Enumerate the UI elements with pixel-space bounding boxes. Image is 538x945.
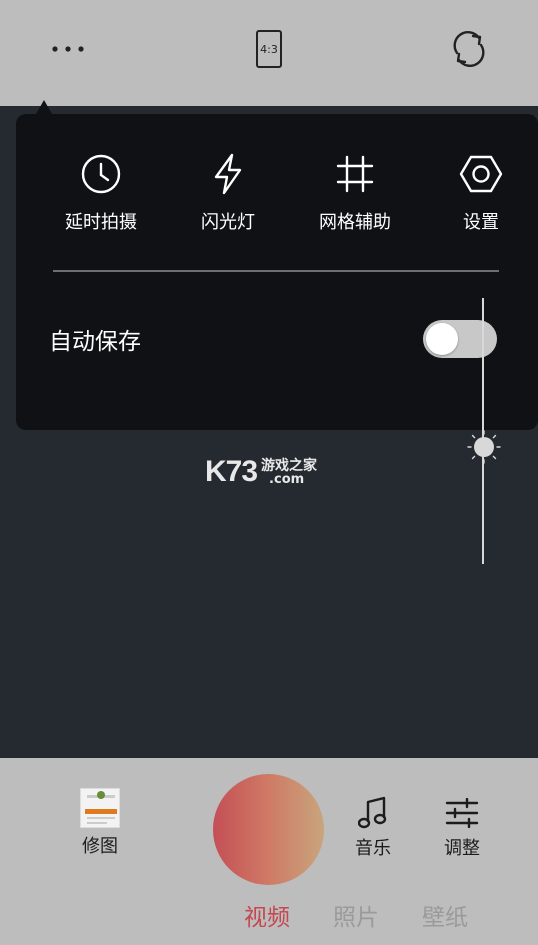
toggle-knob bbox=[426, 323, 458, 355]
autosave-label: 自动保存 bbox=[49, 329, 141, 355]
settings-hexagon-icon bbox=[459, 155, 503, 193]
sun-icon bbox=[467, 430, 501, 464]
aspect-ratio-label: 4:3 bbox=[256, 30, 282, 68]
mode-wallpaper-tab[interactable]: 壁纸 bbox=[422, 898, 468, 932]
clock-icon bbox=[81, 154, 121, 194]
music-button[interactable]: 音乐 bbox=[348, 796, 398, 860]
aspect-ratio-button[interactable]: 4:3 bbox=[246, 26, 292, 72]
settings-panel: 延时拍摄 闪光灯 网格辅助 设置 自动保存 bbox=[16, 114, 538, 430]
settings-label: 设置 bbox=[463, 212, 499, 233]
watermark-domain: .com bbox=[269, 471, 305, 487]
more-button[interactable] bbox=[40, 26, 96, 72]
bottom-bar: 修图 音乐 调整 视频 照片 壁纸 bbox=[0, 758, 538, 945]
adjust-sliders-icon bbox=[445, 798, 479, 828]
flash-option[interactable]: 闪光灯 bbox=[168, 150, 288, 234]
panel-divider bbox=[53, 270, 499, 272]
timelapse-option[interactable]: 延时拍摄 bbox=[41, 150, 161, 234]
gallery-thumbnail bbox=[80, 788, 120, 828]
timelapse-label: 延时拍摄 bbox=[65, 212, 137, 233]
settings-option[interactable]: 设置 bbox=[421, 150, 538, 234]
mode-photo-tab[interactable]: 照片 bbox=[333, 898, 379, 932]
more-dots-icon bbox=[52, 46, 84, 52]
mode-video-tab[interactable]: 视频 bbox=[244, 898, 290, 932]
switch-camera-button[interactable] bbox=[446, 26, 492, 72]
adjust-label: 调整 bbox=[444, 838, 480, 859]
camera-switch-icon bbox=[453, 31, 485, 67]
flash-label: 闪光灯 bbox=[201, 212, 255, 233]
watermark-text: 游戏之家 bbox=[261, 457, 318, 474]
music-note-icon bbox=[358, 796, 387, 829]
flash-icon bbox=[214, 153, 242, 195]
adjust-button[interactable]: 调整 bbox=[437, 796, 487, 860]
grid-option[interactable]: 网格辅助 bbox=[295, 150, 415, 234]
watermark: K73 游戏之家 .com bbox=[205, 455, 317, 489]
panel-pointer bbox=[36, 100, 52, 114]
watermark-brand: K73 bbox=[205, 455, 258, 488]
top-bar: 4:3 bbox=[0, 0, 538, 106]
grid-label: 网格辅助 bbox=[319, 212, 391, 233]
exposure-slider-thumb[interactable] bbox=[466, 429, 502, 465]
autosave-toggle[interactable] bbox=[423, 320, 497, 358]
grid-icon bbox=[336, 155, 374, 193]
shutter-button[interactable] bbox=[213, 774, 324, 885]
edit-label: 修图 bbox=[82, 836, 118, 857]
edit-photo-button[interactable]: 修图 bbox=[70, 788, 130, 858]
music-label: 音乐 bbox=[355, 838, 391, 859]
